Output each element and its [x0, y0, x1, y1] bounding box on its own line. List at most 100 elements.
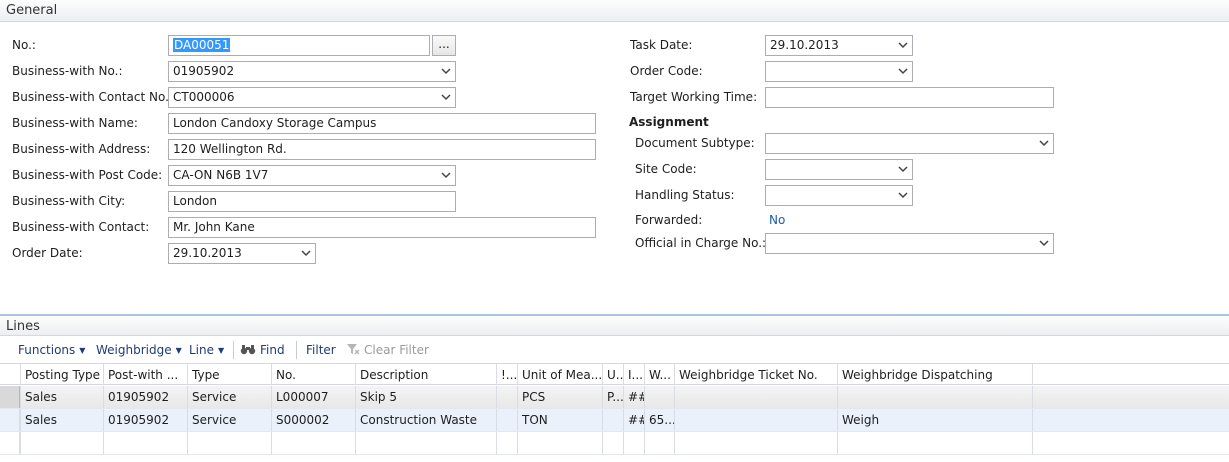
- column-header-posting-type[interactable]: Posting Type: [20, 364, 103, 384]
- task-date-field[interactable]: 29.10.2013: [765, 35, 913, 56]
- cell-flag[interactable]: [496, 386, 517, 408]
- table-row-empty[interactable]: [0, 432, 1229, 455]
- column-header-i[interactable]: I...: [623, 364, 644, 384]
- cell-u[interactable]: [602, 409, 623, 431]
- cell-i[interactable]: ##: [623, 386, 644, 408]
- functions-menu[interactable]: Functions ▼: [18, 343, 85, 357]
- table-row[interactable]: Sales 01905902 Service L000007 Skip 5 PC…: [0, 386, 1229, 409]
- cell-empty[interactable]: [837, 432, 1033, 454]
- cell-empty[interactable]: [355, 432, 496, 454]
- cell-type[interactable]: Service: [187, 386, 271, 408]
- cell-empty[interactable]: [517, 432, 602, 454]
- functions-menu-label: Functions: [18, 343, 76, 357]
- cell-posting-type[interactable]: Sales: [20, 409, 103, 431]
- weighbridge-menu-label: Weighbridge: [96, 343, 172, 357]
- lines-section-header[interactable]: Lines: [0, 314, 1229, 336]
- cell-description[interactable]: Construction Waste: [355, 409, 496, 431]
- cell-type[interactable]: Service: [187, 409, 271, 431]
- site-code-field[interactable]: [765, 159, 913, 180]
- chevron-down-icon[interactable]: [898, 40, 908, 50]
- chevron-down-icon[interactable]: [898, 164, 908, 174]
- column-header-unit-of-measure[interactable]: Unit of Mea...: [517, 364, 602, 384]
- target-working-time-field[interactable]: [765, 87, 1054, 108]
- cell-no[interactable]: S000002: [271, 409, 355, 431]
- column-header-no[interactable]: No.: [271, 364, 355, 384]
- column-header-u[interactable]: U...: [602, 364, 623, 384]
- row-selector[interactable]: [0, 432, 20, 454]
- cell-w[interactable]: 65...: [644, 409, 674, 431]
- weighbridge-menu[interactable]: Weighbridge ▼: [96, 343, 182, 357]
- cell-flag[interactable]: [496, 409, 517, 431]
- business-with-name-label: Business-with Name:: [12, 116, 138, 130]
- cell-empty[interactable]: [496, 432, 517, 454]
- column-header-description[interactable]: Description: [355, 364, 496, 384]
- cell-empty[interactable]: [271, 432, 355, 454]
- cell-w[interactable]: [644, 386, 674, 408]
- grid-header-row: Posting Type Post-with ... Type No. Desc…: [0, 363, 1229, 385]
- cell-unit-of-measure[interactable]: PCS: [517, 386, 602, 408]
- cell-i[interactable]: ##: [623, 409, 644, 431]
- cell-empty[interactable]: [103, 432, 187, 454]
- chevron-down-icon[interactable]: [441, 92, 451, 102]
- cell-no[interactable]: L000007: [271, 386, 355, 408]
- handling-status-label: Handling Status:: [635, 188, 735, 202]
- column-header-w[interactable]: W...: [644, 364, 674, 384]
- chevron-down-icon[interactable]: [1039, 238, 1049, 248]
- column-header-type[interactable]: Type: [187, 364, 271, 384]
- cell-post-with[interactable]: 01905902: [103, 409, 187, 431]
- find-button[interactable]: Find: [240, 343, 285, 357]
- cell-weighbridge-dispatching[interactable]: Weigh: [837, 409, 1033, 431]
- no-field[interactable]: DA00051: [168, 35, 430, 56]
- business-with-city-value: London: [173, 194, 217, 208]
- cell-empty[interactable]: [674, 432, 837, 454]
- cell-weighbridge-ticket-no[interactable]: [674, 409, 837, 431]
- chevron-down-icon[interactable]: [441, 170, 451, 180]
- filter-button[interactable]: Filter: [306, 343, 336, 357]
- business-with-post-code-field[interactable]: CA-ON N6B 1V7: [168, 165, 456, 186]
- handling-status-field[interactable]: [765, 185, 913, 206]
- cell-posting-type[interactable]: Sales: [20, 386, 103, 408]
- chevron-down-icon[interactable]: [301, 248, 311, 258]
- order-date-value: 29.10.2013: [173, 246, 242, 260]
- business-with-name-field[interactable]: London Candoxy Storage Campus: [168, 113, 596, 134]
- chevron-down-icon[interactable]: [898, 190, 908, 200]
- column-header-weighbridge-ticket-no[interactable]: Weighbridge Ticket No.: [674, 364, 837, 384]
- document-subtype-field[interactable]: [765, 133, 1054, 154]
- task-date-value: 29.10.2013: [770, 38, 839, 52]
- order-code-field[interactable]: [765, 61, 913, 82]
- cell-unit-of-measure[interactable]: TON: [517, 409, 602, 431]
- chevron-down-icon[interactable]: [1039, 138, 1049, 148]
- chevron-down-icon[interactable]: [898, 66, 908, 76]
- clear-filter-button[interactable]: Clear Filter: [346, 343, 429, 357]
- official-in-charge-no-field[interactable]: [765, 233, 1054, 254]
- clear-filter-icon: [347, 344, 360, 355]
- cell-empty[interactable]: [644, 432, 674, 454]
- business-with-contact-field[interactable]: Mr. John Kane: [168, 217, 596, 238]
- general-section-header[interactable]: General: [0, 0, 1229, 22]
- business-with-no-field[interactable]: 01905902: [168, 61, 456, 82]
- no-lookup-button[interactable]: ...: [432, 35, 456, 56]
- line-menu[interactable]: Line ▼: [189, 343, 224, 357]
- line-menu-label: Line: [189, 343, 215, 357]
- cell-description[interactable]: Skip 5: [355, 386, 496, 408]
- row-selector[interactable]: [0, 409, 20, 431]
- cell-empty[interactable]: [20, 432, 103, 454]
- cell-empty[interactable]: [602, 432, 623, 454]
- column-header-post-with[interactable]: Post-with ...: [103, 364, 187, 384]
- column-header-weighbridge-dispatching[interactable]: Weighbridge Dispatching: [837, 364, 1033, 384]
- cell-u[interactable]: P...: [602, 386, 623, 408]
- table-row[interactable]: Sales 01905902 Service S000002 Construct…: [0, 409, 1229, 432]
- business-with-contact-no-field[interactable]: CT000006: [168, 87, 456, 108]
- business-with-address-field[interactable]: 120 Wellington Rd.: [168, 139, 596, 160]
- chevron-down-icon[interactable]: [441, 66, 451, 76]
- order-date-field[interactable]: 29.10.2013: [168, 243, 316, 264]
- business-with-city-field[interactable]: London: [168, 191, 456, 212]
- cell-empty[interactable]: [187, 432, 271, 454]
- cell-weighbridge-ticket-no[interactable]: [674, 386, 837, 408]
- cell-post-with[interactable]: 01905902: [103, 386, 187, 408]
- row-selector[interactable]: [0, 386, 20, 408]
- cell-weighbridge-dispatching[interactable]: [837, 386, 1033, 408]
- lines-section-title: Lines: [6, 319, 40, 334]
- cell-empty[interactable]: [623, 432, 644, 454]
- column-header-flag[interactable]: !...: [496, 364, 517, 384]
